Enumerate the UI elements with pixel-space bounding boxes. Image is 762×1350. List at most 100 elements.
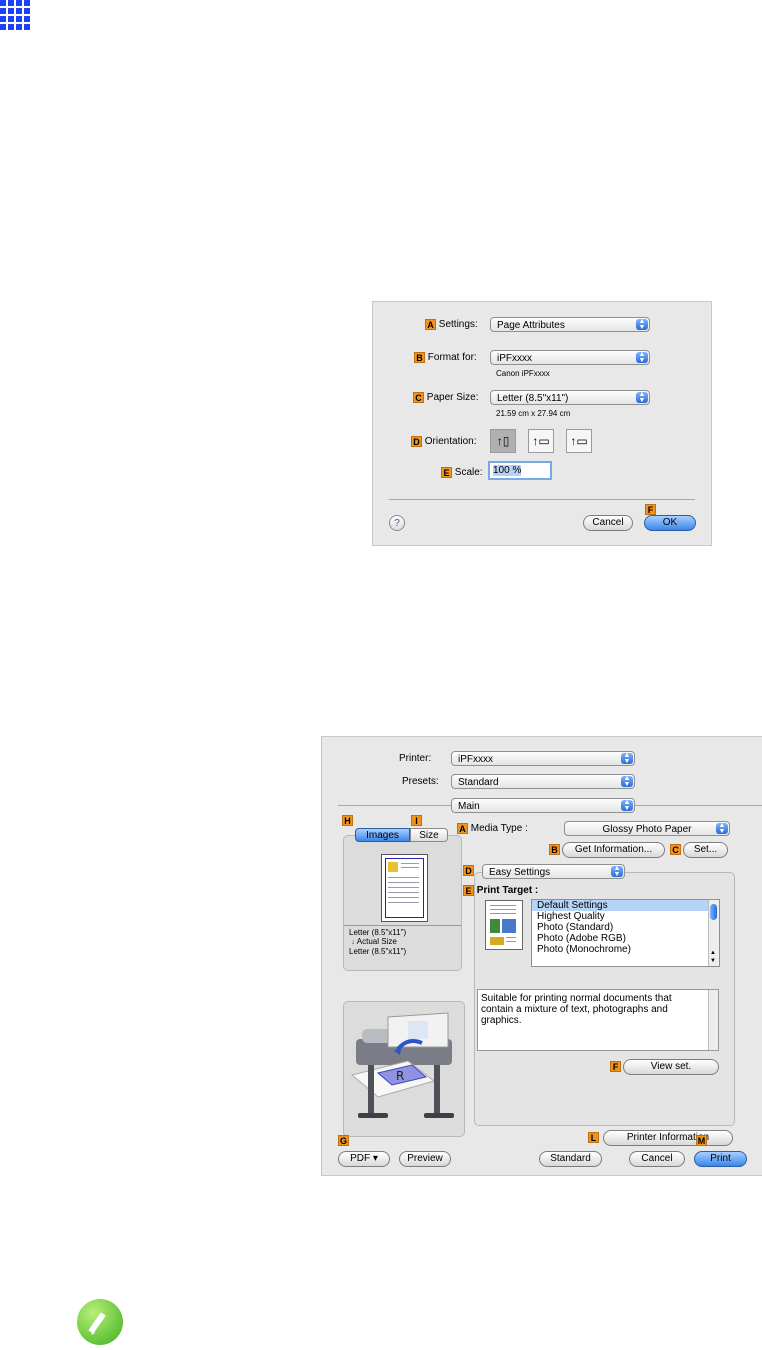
- printer-popup[interactable]: iPFxxxx ▲ ▼: [451, 751, 635, 766]
- callout-l: L: [588, 1132, 599, 1143]
- callout-a: A: [457, 823, 468, 834]
- printer-value: iPFxxxx: [458, 754, 493, 765]
- cancel-button[interactable]: Cancel: [629, 1151, 685, 1167]
- format-label: Format for:: [427, 352, 477, 364]
- paper-popup[interactable]: Letter (8.5"x11") ▲ ▼: [490, 390, 650, 405]
- callout-h: H: [342, 815, 353, 826]
- paper-label: Paper Size:: [426, 392, 479, 404]
- scale-value: 100 %: [493, 465, 522, 476]
- printer-information-button[interactable]: Printer Information: [603, 1130, 733, 1146]
- callout-m: M: [696, 1135, 707, 1146]
- callout-b: B: [414, 352, 425, 363]
- popup-arrows-icon: ▲ ▼: [636, 318, 648, 331]
- pdf-button[interactable]: PDF ▾: [338, 1151, 390, 1167]
- list-item[interactable]: Highest Quality: [532, 911, 719, 922]
- orientation-label: Orientation:: [424, 436, 477, 448]
- easy-settings-value: Easy Settings: [489, 867, 551, 878]
- orientation-portrait-icon[interactable]: ↑▯: [490, 429, 516, 453]
- print-target-list[interactable]: Default Settings Highest Quality Photo (…: [531, 899, 720, 967]
- popup-arrows-icon: ▲ ▼: [621, 752, 633, 765]
- list-item[interactable]: Photo (Adobe RGB): [532, 933, 719, 944]
- callout-b: B: [549, 844, 560, 855]
- grid-icon: [0, 0, 30, 30]
- media-type-row: A Media Type :: [457, 823, 528, 834]
- paper-line3: Letter (8.5"x11"): [349, 947, 407, 956]
- presets-popup[interactable]: Standard ▲ ▼: [451, 774, 635, 789]
- description-box: Suitable for printing normal documents t…: [477, 989, 719, 1051]
- thumbnail-divider: [344, 925, 461, 926]
- callout-i: I: [411, 815, 422, 826]
- settings-popup[interactable]: Page Attributes ▲ ▼: [490, 317, 650, 332]
- ok-button[interactable]: OK: [644, 515, 696, 531]
- set-button[interactable]: Set...: [683, 842, 728, 858]
- get-information-button[interactable]: Get Information...: [562, 842, 665, 858]
- callout-e: E: [441, 467, 452, 478]
- divider: [389, 499, 695, 500]
- media-type-popup[interactable]: Glossy Photo Paper ▲ ▼: [564, 821, 730, 836]
- panel-value: Main: [458, 801, 480, 812]
- orientation-landscape-icon[interactable]: ↑▭: [528, 429, 554, 453]
- scrollbar[interactable]: ▲ ▼: [708, 900, 719, 966]
- format-sub: Canon iPFxxxx: [496, 369, 550, 378]
- printer-illustration: R: [350, 1012, 454, 1118]
- callout-g: G: [338, 1135, 349, 1146]
- paper-line2: Actual Size: [356, 937, 397, 946]
- scroll-up-icon[interactable]: ▲: [710, 950, 716, 956]
- tab-images[interactable]: Images: [355, 828, 410, 842]
- popup-arrows-icon: ▲ ▼: [636, 351, 648, 364]
- presets-value: Standard: [458, 777, 499, 788]
- print-dialog: Printer: iPFxxxx ▲ ▼ Presets: Standard ▲ ▼…: [321, 736, 762, 1176]
- help-button[interactable]: ?: [389, 515, 405, 531]
- callout-d: D: [411, 436, 422, 447]
- popup-arrows-icon: ▲ ▼: [716, 822, 728, 835]
- format-popup[interactable]: iPFxxxx ▲ ▼: [490, 350, 650, 365]
- popup-arrows-icon: ▲ ▼: [611, 865, 623, 878]
- cancel-button[interactable]: Cancel: [583, 515, 633, 531]
- list-item[interactable]: Photo (Standard): [532, 922, 719, 933]
- svg-text:R: R: [396, 1069, 404, 1083]
- format-value: iPFxxxx: [497, 353, 532, 364]
- printer-label: Printer:: [399, 753, 432, 764]
- description-scrollbar[interactable]: [708, 990, 718, 1050]
- settings-value: Page Attributes: [497, 320, 565, 331]
- scale-label: Scale:: [454, 467, 483, 479]
- easy-settings-popup[interactable]: Easy Settings ▲ ▼: [482, 864, 625, 879]
- scroll-down-icon[interactable]: ▼: [710, 958, 716, 964]
- arrow-down-icon: ↓: [351, 937, 355, 946]
- paper-row: C Paper Size:: [413, 392, 478, 403]
- orientation-row: D Orientation:: [411, 436, 476, 447]
- popup-arrows-icon: ▲ ▼: [621, 799, 633, 812]
- scroll-thumb[interactable]: [710, 904, 717, 920]
- callout-c: C: [413, 392, 424, 403]
- format-row: B Format for:: [414, 352, 477, 363]
- view-set-button[interactable]: View set.: [623, 1059, 719, 1075]
- callout-f: F: [610, 1061, 621, 1072]
- popup-arrows-icon: ▲ ▼: [636, 391, 648, 404]
- paper-line1: Letter (8.5"x11"): [349, 928, 407, 937]
- target-thumbnail: [485, 900, 523, 950]
- description-text: Suitable for printing normal documents t…: [481, 993, 672, 1026]
- callout-e: E: [463, 885, 474, 896]
- print-target-row: E Print Target :: [463, 885, 538, 896]
- paper-sub: 21.59 cm x 27.94 cm: [496, 409, 571, 418]
- popup-arrows-icon: ▲ ▼: [621, 775, 633, 788]
- settings-label: Settings:: [438, 319, 478, 331]
- presets-label: Presets:: [402, 776, 439, 787]
- scale-input[interactable]: 100 %: [488, 461, 552, 480]
- list-item[interactable]: Photo (Monochrome): [532, 944, 719, 955]
- print-button[interactable]: Print: [694, 1151, 747, 1167]
- preview-button[interactable]: Preview: [399, 1151, 451, 1167]
- settings-row: A Settings:: [425, 319, 478, 330]
- list-item[interactable]: Default Settings: [532, 900, 719, 911]
- print-target-label: Print Target :: [476, 885, 539, 897]
- panel-popup[interactable]: Main ▲ ▼: [451, 798, 635, 813]
- orientation-reverse-landscape-icon[interactable]: ↑▭: [566, 429, 592, 453]
- callout-c: C: [670, 844, 681, 855]
- callout-d: D: [463, 865, 474, 876]
- scale-row: E Scale:: [441, 467, 483, 478]
- paper-value: Letter (8.5"x11"): [497, 393, 569, 404]
- standard-button[interactable]: Standard: [539, 1151, 602, 1167]
- tab-size[interactable]: Size: [410, 828, 448, 842]
- media-type-value: Glossy Photo Paper: [602, 824, 692, 835]
- page-thumbnail: [381, 854, 428, 922]
